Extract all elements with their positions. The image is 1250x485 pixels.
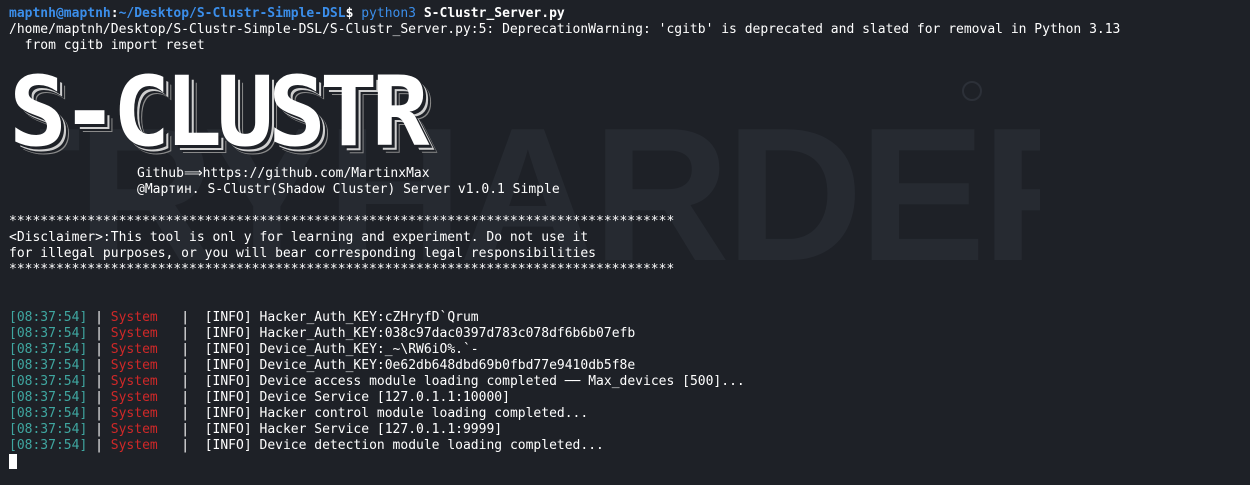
log-row: [08:37:54] | System | [INFO] Device Serv… xyxy=(9,390,510,405)
command-script: S-Clustr_Server.py xyxy=(423,6,565,21)
prompt-symbol: $ xyxy=(345,6,354,21)
log-message: [INFO] Hacker Service [127.0.1.1:9999] xyxy=(204,422,503,437)
log-message: [INFO] Device_Auth_KEY:0e62db648dbd69b0f… xyxy=(204,358,636,373)
disclaimer-border-bottom: ****************************************… xyxy=(9,262,675,277)
log-source: System xyxy=(110,342,158,357)
log-message: [INFO] Hacker_Auth_KEY:038c97dac0397d783… xyxy=(204,326,636,341)
log-message: [INFO] Device_Auth_KEY:_~\RW6iO%.`- xyxy=(204,342,479,357)
log-row: [08:37:54] | System | [INFO] Hacker cont… xyxy=(9,406,589,421)
log-message: [INFO] Device access module loading comp… xyxy=(204,374,745,389)
logo-text: S-CLUSTR xyxy=(9,56,429,168)
log-source: System xyxy=(110,406,158,421)
log-source: System xyxy=(110,422,158,437)
command-interpreter: python3 xyxy=(361,6,417,21)
log-timestamp: [08:37:54] xyxy=(9,310,88,325)
log-message: [INFO] Device Service [127.0.1.1:10000] xyxy=(204,390,510,405)
warning-line-1: /home/maptnh/Desktop/S-Clustr-Simple-DSL… xyxy=(9,22,1121,37)
log-source: System xyxy=(110,310,158,325)
log-timestamp: [08:37:54] xyxy=(9,374,88,389)
command-prompt-line: maptnh@maptnh:~/Desktop/S-Clustr-Simple-… xyxy=(9,6,565,21)
log-timestamp: [08:37:54] xyxy=(9,422,88,437)
log-timestamp: [08:37:54] xyxy=(9,342,88,357)
log-timestamp: [08:37:54] xyxy=(9,438,88,453)
log-row: [08:37:54] | System | [INFO] Device acce… xyxy=(9,374,745,389)
log-row: [08:37:54] | System | [INFO] Device_Auth… xyxy=(9,358,636,373)
log-source: System xyxy=(110,374,158,389)
input-line[interactable] xyxy=(9,454,1239,470)
log-message: [INFO] Hacker_Auth_KEY:cZHryfD`Qrum xyxy=(204,310,479,325)
log-message: [INFO] Device detection module loading c… xyxy=(204,438,604,453)
disclaimer-border-top: ****************************************… xyxy=(9,214,675,229)
log-timestamp: [08:37:54] xyxy=(9,406,88,421)
log-source: System xyxy=(110,326,158,341)
s-clustr-logo: S-CLUSTR xyxy=(9,56,529,168)
log-row: [08:37:54] | System | [INFO] Device_Auth… xyxy=(9,342,479,357)
github-line: Github⟹https://github.com/MartinxMax xyxy=(137,166,430,181)
log-source: System xyxy=(110,358,158,373)
log-source: System xyxy=(110,390,158,405)
version-line: @Мартин. S-Clustr(Shadow Cluster) Server… xyxy=(137,182,560,197)
log-message: [INFO] Hacker control module loading com… xyxy=(204,406,589,421)
warning-line-2: from cgitb import reset xyxy=(9,38,205,53)
log-timestamp: [08:37:54] xyxy=(9,358,88,373)
log-row: [08:37:54] | System | [INFO] Hacker_Auth… xyxy=(9,326,636,341)
log-list: [08:37:54] | System | [INFO] Hacker_Auth… xyxy=(9,310,1239,454)
disclaimer-line-1: <Disclaimer>:This tool is onl y for lear… xyxy=(9,230,589,245)
prompt-user: maptnh@maptnh xyxy=(9,6,111,21)
log-timestamp: [08:37:54] xyxy=(9,326,88,341)
log-row: [08:37:54] | System | [INFO] Device dete… xyxy=(9,438,604,453)
log-row: [08:37:54] | System | [INFO] Hacker Serv… xyxy=(9,422,503,437)
log-timestamp: [08:37:54] xyxy=(9,390,88,405)
log-source: System xyxy=(110,438,158,453)
terminal-cursor[interactable] xyxy=(9,454,17,469)
prompt-path: ~/Desktop/S-Clustr-Simple-DSL xyxy=(118,6,346,21)
log-row: [08:37:54] | System | [INFO] Hacker_Auth… xyxy=(9,310,479,325)
disclaimer-line-2: for illegal purposes, or you will bear c… xyxy=(9,246,596,261)
